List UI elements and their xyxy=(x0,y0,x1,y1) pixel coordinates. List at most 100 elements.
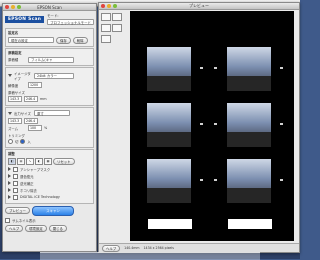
output-height-field[interactable]: 246.4 xyxy=(24,117,38,124)
thumbnail-label: サムネイル表示 xyxy=(12,218,36,223)
histogram-icon[interactable]: ▤ xyxy=(17,157,25,165)
image-section: イメージタイプ 24bit カラー 解像度 1200 原稿サイズ 143.3 2… xyxy=(5,67,94,106)
preview-window: プレビュー ヘルプ 140.4mm 1434 x 2564 pixels xyxy=(98,2,300,253)
epson-scan-window: EPSON Scan EPSON Scan モード: プロフェッショナルモード … xyxy=(2,3,97,252)
adjust-item-label: DIGITAL ICE Technology xyxy=(20,195,60,199)
adjust-item[interactable]: 逆光補正 xyxy=(8,180,91,186)
expand-arrow-icon[interactable] xyxy=(8,195,11,199)
expand-arrow-icon[interactable] xyxy=(8,181,11,185)
expand-arrow-icon[interactable] xyxy=(8,174,11,178)
rotate-icon[interactable] xyxy=(101,24,111,32)
document-type-select[interactable]: フィルム(キャ xyxy=(28,56,74,63)
preview-title: プレビュー xyxy=(189,3,209,8)
film-frame[interactable] xyxy=(147,159,191,203)
zoom-label: ズーム xyxy=(8,126,19,131)
adjust-checkbox[interactable] xyxy=(13,187,18,193)
film-perforation xyxy=(214,123,217,125)
zoom-icon[interactable] xyxy=(101,35,111,43)
film-frame[interactable] xyxy=(227,159,271,203)
size-height-field[interactable]: 246.4 xyxy=(24,96,38,102)
adjust-header: 調整 xyxy=(8,151,15,156)
film-perforation xyxy=(280,67,283,69)
blank-frame xyxy=(228,219,272,229)
adjust-item[interactable]: ホコリ除去 xyxy=(8,187,91,193)
film-frame[interactable] xyxy=(227,47,271,91)
blank-frame xyxy=(148,219,192,229)
original-header: 原稿設定 xyxy=(8,51,22,55)
expand-triangle-icon[interactable] xyxy=(8,74,12,77)
expand-arrow-icon[interactable] xyxy=(8,188,11,192)
setting-section: 設定名 現在の設定 保存 削除 xyxy=(5,28,94,47)
adjust-checkbox[interactable] xyxy=(13,194,18,200)
left-titlebar: EPSON Scan xyxy=(3,4,96,11)
expand-triangle-icon[interactable] xyxy=(8,111,12,115)
film-frame[interactable] xyxy=(147,47,191,91)
color-palette-icon[interactable]: ▦ xyxy=(44,157,52,165)
adjust-section: 調整 ◧ ▤ ∿ ◐ ▦ リセット アンシャープマスク 退色復元逆光補正ホコリ除去… xyxy=(5,148,94,204)
status-size: 140.4mm xyxy=(124,246,140,250)
trim-on-radio[interactable] xyxy=(20,139,26,144)
film-perforation xyxy=(280,123,283,125)
reset-button[interactable]: リセット xyxy=(53,157,75,165)
output-section: 出力サイズ 原寸 143.3 246.4 ズーム 100 % トリミング 切 入 xyxy=(5,106,94,148)
original-section: 原稿設定 原稿種 フィルム(キャ xyxy=(5,48,94,66)
adjust-item[interactable]: 退色復元 xyxy=(8,173,91,179)
image-type-select[interactable]: 24bit カラー xyxy=(34,72,74,79)
flip-icon[interactable] xyxy=(112,24,123,32)
trim-off-radio[interactable] xyxy=(8,139,13,144)
adjust-checkbox[interactable] xyxy=(13,180,18,186)
mode-select[interactable]: プロフェッショナルモード xyxy=(47,19,94,25)
delete-button[interactable]: 削除 xyxy=(72,36,88,44)
preview-button[interactable]: プレビュー xyxy=(5,207,30,214)
preview-statusbar: ヘルプ 140.4mm 1434 x 2564 pixels xyxy=(99,243,299,252)
close-button[interactable]: 閉じる xyxy=(48,224,67,232)
setting-select[interactable]: 現在の設定 xyxy=(8,37,54,43)
thumbnail-checkbox[interactable] xyxy=(5,217,10,223)
resolution-field[interactable]: 1200 xyxy=(28,82,42,88)
crop-icon[interactable] xyxy=(101,13,111,21)
film-perforation xyxy=(200,67,203,69)
tone-curve-icon[interactable]: ∿ xyxy=(26,157,34,165)
image-type-label: イメージタイプ xyxy=(14,71,31,81)
save-button[interactable]: 保存 xyxy=(56,36,71,44)
adjust-item[interactable]: DIGITAL ICE Technology xyxy=(8,194,91,200)
scan-button[interactable]: スキャン xyxy=(31,205,74,216)
preview-help-button[interactable]: ヘルプ xyxy=(102,244,121,252)
expand-arrow-icon[interactable] xyxy=(8,167,11,171)
setting-label: 設定名 xyxy=(8,31,19,35)
adjust-checkbox[interactable] xyxy=(13,166,18,172)
adjust-item-label: アンシャープマスク xyxy=(20,167,51,172)
select-all-icon[interactable] xyxy=(112,13,123,21)
image-adjust-icon[interactable]: ◐ xyxy=(35,157,43,165)
film-perforation xyxy=(200,179,203,181)
size-label: 原稿サイズ xyxy=(8,90,25,95)
close-window-icon[interactable] xyxy=(101,4,105,8)
epson-logo: EPSON Scan xyxy=(5,15,45,23)
zoom-window-icon[interactable] xyxy=(113,4,117,8)
film-perforation xyxy=(280,179,283,181)
config-button[interactable]: 環境設定 xyxy=(25,224,47,232)
output-header: 出力サイズ xyxy=(14,111,31,116)
preview-canvas[interactable] xyxy=(130,11,294,241)
zoom-field[interactable]: 100 xyxy=(28,125,42,131)
help-button[interactable]: ヘルプ xyxy=(5,224,24,232)
auto-exposure-icon[interactable]: ◧ xyxy=(8,157,16,165)
adjust-item-label: 退色復元 xyxy=(20,174,34,179)
close-window-icon[interactable] xyxy=(5,5,9,9)
size-width-field[interactable]: 143.3 xyxy=(8,96,22,102)
preview-toolbar xyxy=(101,12,123,45)
adjust-item[interactable]: アンシャープマスク xyxy=(8,166,91,172)
mode-label: モード: xyxy=(47,14,59,18)
minimize-window-icon[interactable] xyxy=(11,5,15,9)
zoom-window-icon[interactable] xyxy=(17,5,21,9)
window-title: EPSON Scan xyxy=(37,4,62,10)
film-frame[interactable] xyxy=(147,103,191,147)
film-perforation xyxy=(214,179,217,181)
output-size-select[interactable]: 原寸 xyxy=(34,110,70,116)
adjust-item-label: ホコリ除去 xyxy=(20,188,37,193)
film-frame[interactable] xyxy=(227,103,271,147)
adjust-checkbox[interactable] xyxy=(13,173,18,179)
output-width-field[interactable]: 143.3 xyxy=(8,117,22,124)
adjust-item-label: 逆光補正 xyxy=(20,181,34,186)
minimize-window-icon[interactable] xyxy=(107,4,111,8)
